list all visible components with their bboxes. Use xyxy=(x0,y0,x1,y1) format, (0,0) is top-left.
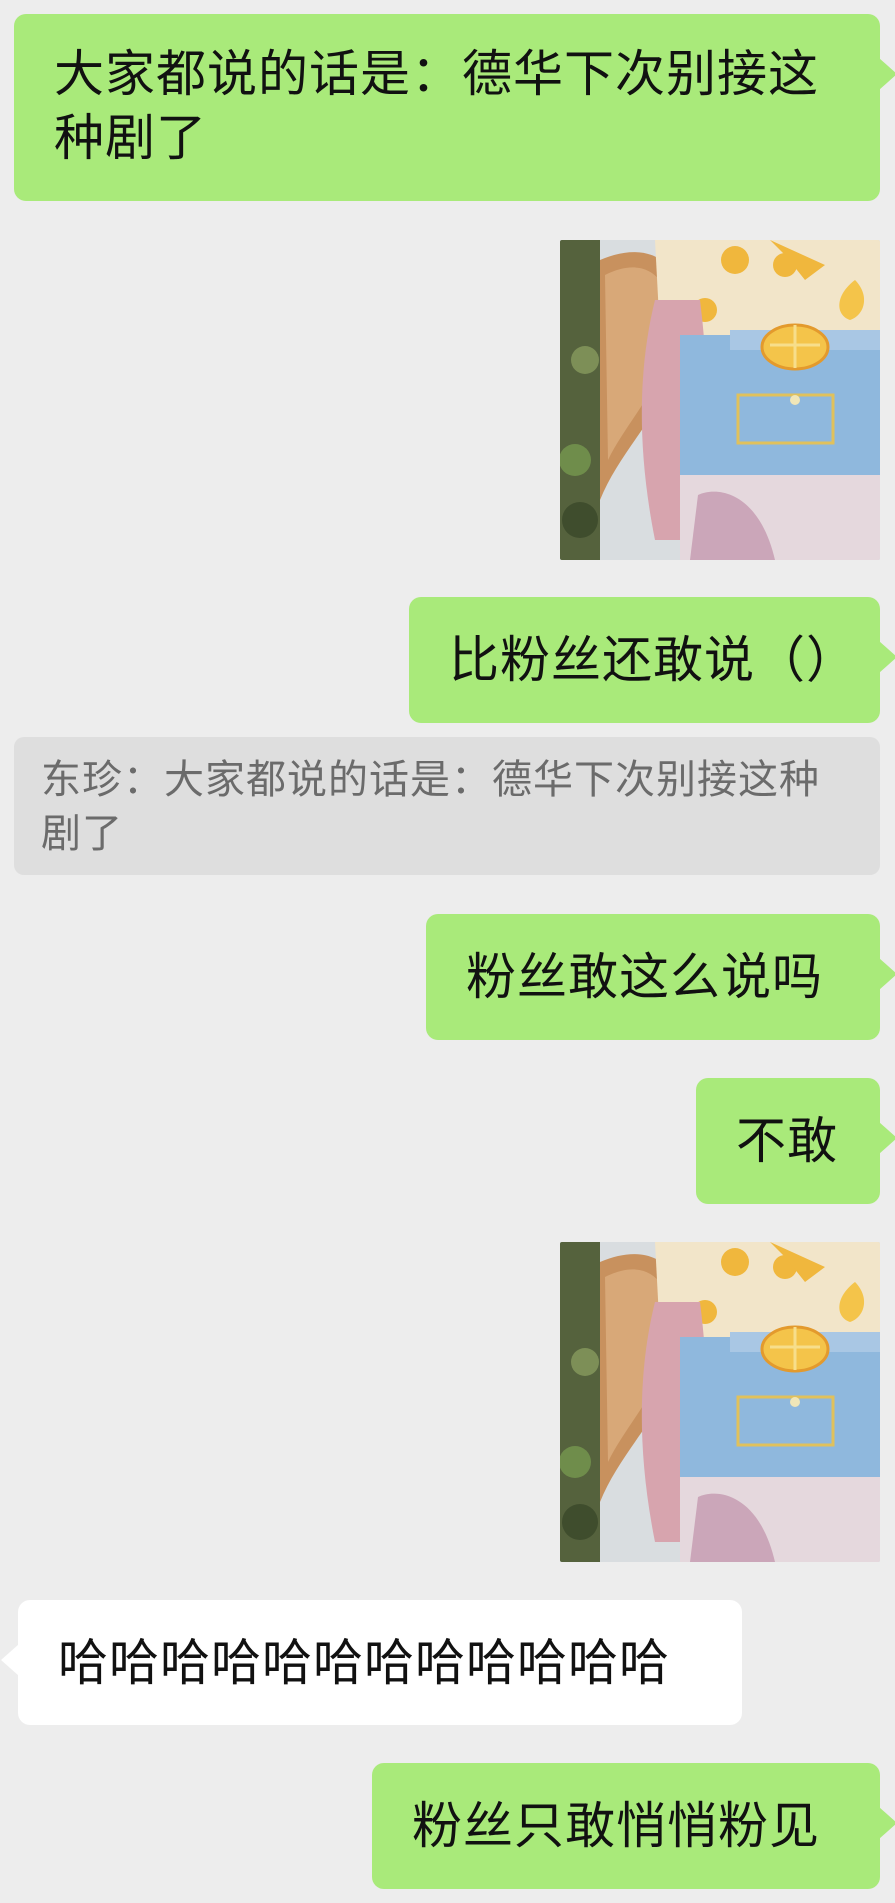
message-bubble-outgoing[interactable]: 粉丝敢这么说吗 xyxy=(426,914,895,1040)
message-text: 比粉丝还敢说（） xyxy=(449,631,857,689)
message-text: 大家都说的话是：德华下次别接这种剧了 xyxy=(54,45,819,167)
chat-area: 大家都说的话是：德华下次别接这种剧了 比粉丝还敢说（） 东珍：大家都说的话是：德… xyxy=(0,0,895,1903)
quoted-message[interactable]: 东珍：大家都说的话是：德华下次别接这种剧了 xyxy=(14,737,880,875)
message-bubble-outgoing[interactable]: 粉丝只敢悄悄粉见 xyxy=(372,1763,895,1889)
message-text: 粉丝只敢悄悄粉见 xyxy=(412,1797,820,1855)
message-text: 不敢 xyxy=(736,1112,838,1170)
message-bubble-outgoing[interactable]: 不敢 xyxy=(696,1078,895,1204)
squirrel-plush-sticker-icon xyxy=(560,240,880,560)
message-bubble-outgoing[interactable]: 大家都说的话是：德华下次别接这种剧了 xyxy=(14,14,895,201)
quoted-message-text: 东珍：大家都说的话是：德华下次别接这种剧了 xyxy=(41,757,820,857)
message-text: 哈哈哈哈哈哈哈哈哈哈哈哈 xyxy=(58,1634,670,1692)
squirrel-plush-sticker-icon xyxy=(560,1242,880,1562)
sticker-image[interactable] xyxy=(560,1242,880,1562)
message-bubble-incoming[interactable]: 哈哈哈哈哈哈哈哈哈哈哈哈 xyxy=(1,1600,742,1725)
message-text: 粉丝敢这么说吗 xyxy=(466,948,823,1006)
message-bubble-outgoing[interactable]: 比粉丝还敢说（） xyxy=(409,597,895,723)
sticker-image[interactable] xyxy=(560,240,880,560)
